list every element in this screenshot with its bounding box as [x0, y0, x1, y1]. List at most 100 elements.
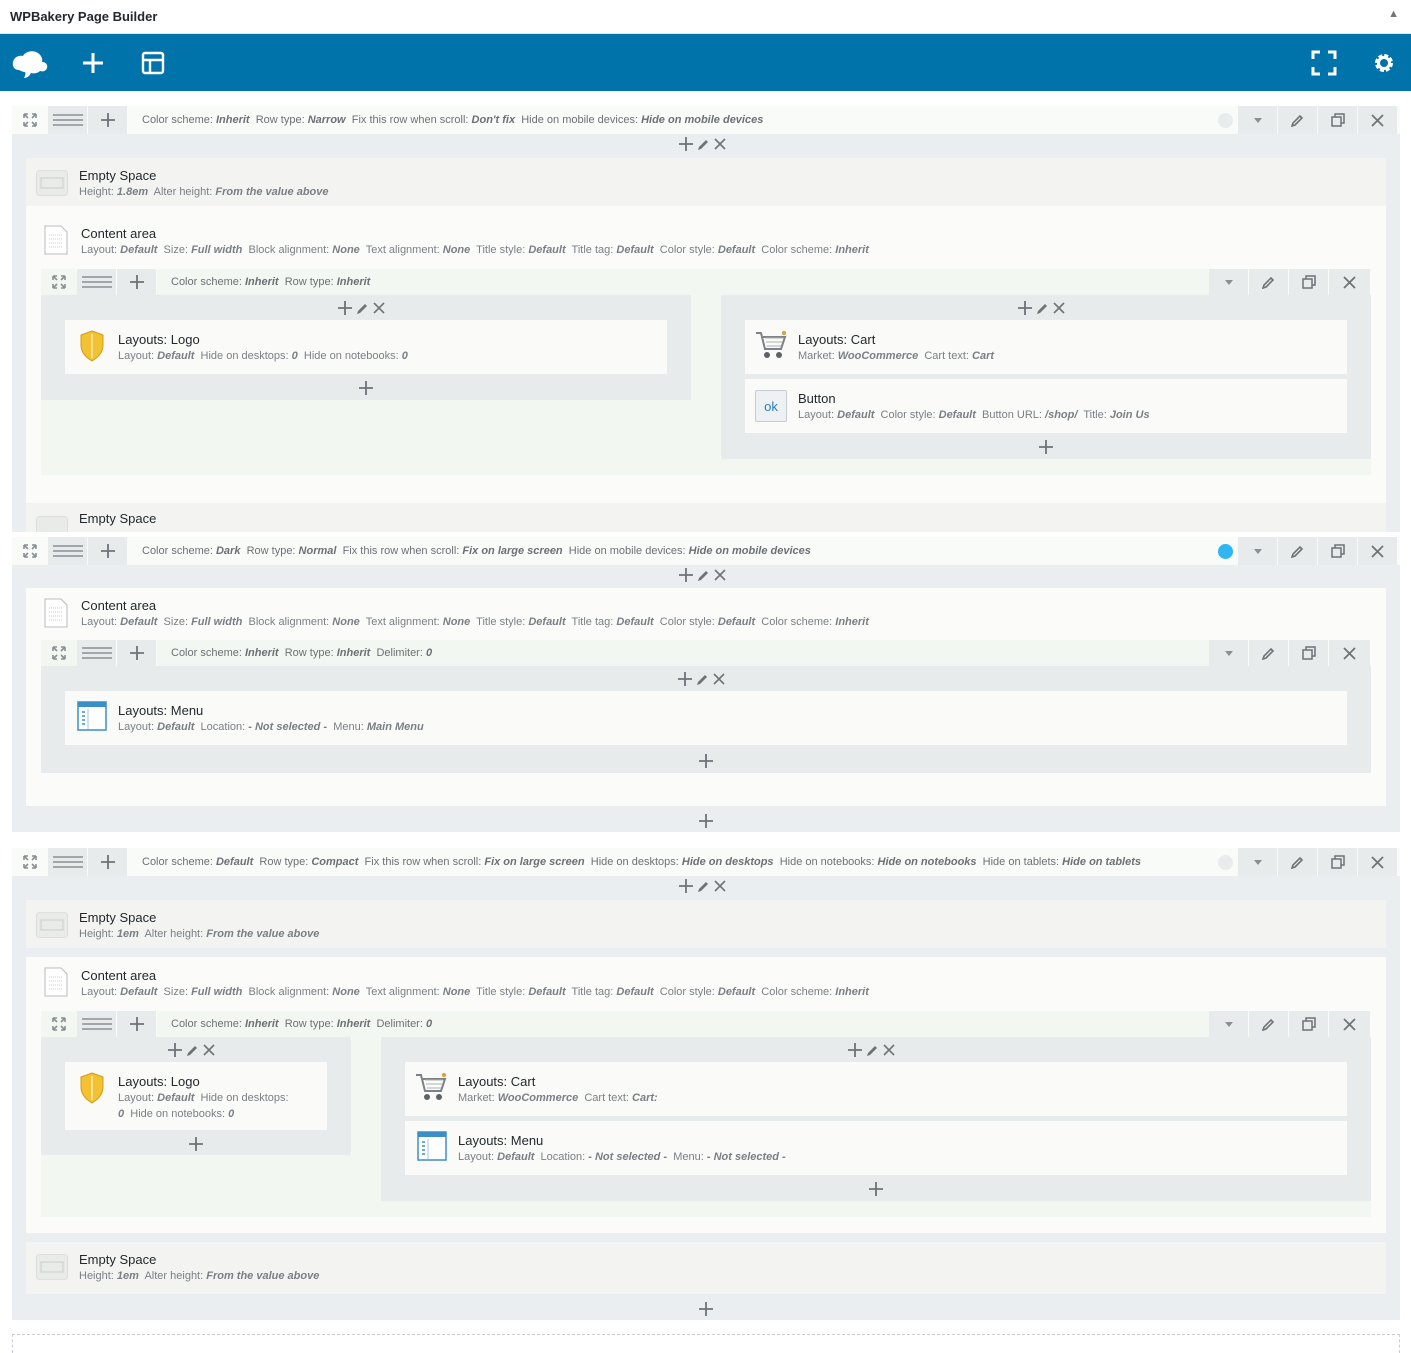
- element-cart[interactable]: Layouts: Cart Market: WooCommerce Cart t…: [745, 320, 1347, 374]
- row-clone-button[interactable]: [1318, 106, 1358, 134]
- inner-row-move-icon[interactable]: [47, 1011, 71, 1037]
- pencil-icon: [1262, 1018, 1275, 1031]
- element-title: Content area: [81, 598, 157, 613]
- collapse-toggle-icon[interactable]: ▲: [1388, 8, 1399, 20]
- element-title: Content area: [81, 226, 157, 241]
- add-element-plus-icon[interactable]: [189, 1137, 203, 1151]
- row-toggle-button[interactable]: [1238, 106, 1278, 134]
- element-cart[interactable]: Layouts: Cart Market: WooCommerce Cart t…: [405, 1062, 1347, 1116]
- row-delete-button[interactable]: [1358, 537, 1398, 565]
- row-edit-button[interactable]: [1278, 537, 1318, 565]
- column-controls[interactable]: [1018, 299, 1065, 317]
- add-element-button[interactable]: [73, 44, 113, 81]
- inner-row-layout-button[interactable]: [77, 1011, 117, 1037]
- add-element-plus-icon[interactable]: [699, 814, 713, 828]
- inner-row-toggle-button[interactable]: [1209, 269, 1249, 295]
- column-controls[interactable]: [848, 1041, 895, 1059]
- document-icon: [44, 967, 68, 997]
- row-edit-button[interactable]: [1278, 848, 1318, 876]
- inner-row-toggle-button[interactable]: [1209, 1011, 1249, 1037]
- inner-row-edit-button[interactable]: [1249, 1011, 1289, 1037]
- element-content-area[interactable]: Content area Layout: Default Size: Full …: [26, 957, 1386, 1233]
- inner-row-toggle-button[interactable]: [1209, 640, 1249, 666]
- inner-row-layout-button[interactable]: [77, 269, 117, 295]
- close-icon: [1053, 302, 1065, 314]
- row-clone-button[interactable]: [1318, 537, 1358, 565]
- row-layout-button[interactable]: [48, 848, 88, 876]
- element-menu[interactable]: Layouts: Menu Layout: Default Location: …: [405, 1121, 1347, 1175]
- caret-down-icon: [1253, 117, 1262, 123]
- pencil-icon: [1262, 276, 1275, 289]
- row-delete-button[interactable]: [1358, 106, 1398, 134]
- element-content-area[interactable]: Content area Layout: Default Size: Full …: [26, 215, 1386, 495]
- element-description: Layout: Default Color style: Default But…: [798, 409, 1150, 421]
- column-controls[interactable]: [679, 135, 726, 153]
- row-color-indicator: [1218, 113, 1233, 128]
- close-icon: [713, 673, 725, 685]
- columns-icon: [81, 647, 112, 659]
- inner-row-clone-button[interactable]: [1289, 1011, 1329, 1037]
- templates-button[interactable]: [133, 44, 173, 81]
- plus-icon: [679, 568, 693, 582]
- settings-button[interactable]: [1364, 44, 1404, 81]
- inner-row-clone-button[interactable]: [1289, 640, 1329, 666]
- cloud-logo-icon[interactable]: [10, 44, 50, 81]
- column-controls[interactable]: [168, 1041, 215, 1059]
- row-layout-button[interactable]: [48, 106, 88, 134]
- inner-row-add-button[interactable]: [117, 269, 157, 295]
- row-toggle-button[interactable]: [1238, 848, 1278, 876]
- clone-icon: [1330, 544, 1345, 558]
- inner-row-edit-button[interactable]: [1249, 269, 1289, 295]
- inner-row-layout-button[interactable]: [77, 640, 117, 666]
- inner-row-clone-button[interactable]: [1289, 269, 1329, 295]
- row-controls: Color scheme: Inherit Row type: Narrow F…: [12, 106, 1400, 134]
- row-add-button[interactable]: [88, 106, 128, 134]
- element-button[interactable]: ok Button Layout: Default Color style: D…: [745, 379, 1347, 433]
- row-delete-button[interactable]: [1358, 848, 1398, 876]
- column-controls[interactable]: [678, 670, 725, 688]
- element-title: Layouts: Logo: [118, 332, 200, 347]
- fullscreen-icon: [1311, 50, 1337, 75]
- close-icon: [1343, 1017, 1356, 1031]
- element-content-area[interactable]: Content area Layout: Default Size: Full …: [26, 588, 1386, 806]
- add-element-plus-icon[interactable]: [699, 1302, 713, 1316]
- add-element-plus-icon[interactable]: [1039, 440, 1053, 454]
- inner-row-add-button[interactable]: [117, 640, 157, 666]
- fullscreen-button[interactable]: [1304, 44, 1344, 81]
- column-controls[interactable]: [679, 566, 726, 584]
- row-add-button[interactable]: [88, 848, 128, 876]
- row-clone-button[interactable]: [1318, 848, 1358, 876]
- plus-icon: [1018, 301, 1032, 315]
- element-empty-space[interactable]: Empty Space Height: 1em Alter height: Fr…: [26, 900, 1386, 948]
- inner-row-add-button[interactable]: [117, 1011, 157, 1037]
- element-title: Layouts: Cart: [458, 1074, 536, 1089]
- inner-row-move-icon[interactable]: [47, 269, 71, 295]
- row-add-button[interactable]: [88, 537, 128, 565]
- row-edit-button[interactable]: [1278, 106, 1318, 134]
- inner-row-delete-button[interactable]: [1329, 640, 1371, 666]
- element-empty-space[interactable]: Empty Space: [26, 503, 1386, 532]
- row-move-icon[interactable]: [18, 106, 42, 134]
- column-controls[interactable]: [679, 877, 726, 895]
- element-logo[interactable]: Layouts: Logo Layout: Default Hide on de…: [65, 320, 667, 374]
- row-layout-button[interactable]: [48, 537, 88, 565]
- inner-row-edit-button[interactable]: [1249, 640, 1289, 666]
- inner-column-full: Layouts: Menu Layout: Default Location: …: [41, 666, 1371, 773]
- element-empty-space[interactable]: Empty Space Height: 1em Alter height: Fr…: [26, 1242, 1386, 1294]
- inner-row-delete-button[interactable]: [1329, 1011, 1371, 1037]
- inner-row-delete-button[interactable]: [1329, 269, 1371, 295]
- inner-column-left: Layouts: Logo Layout: Default Hide on de…: [41, 295, 691, 400]
- row-move-icon[interactable]: [18, 537, 42, 565]
- row-toggle-button[interactable]: [1238, 537, 1278, 565]
- column-controls[interactable]: [338, 299, 385, 317]
- layout-template-icon: [141, 51, 165, 74]
- element-empty-space[interactable]: Empty Space Height: 1.8em Alter height: …: [26, 158, 1386, 206]
- add-row-dropzone[interactable]: [12, 1334, 1400, 1353]
- inner-row-move-icon[interactable]: [47, 640, 71, 666]
- add-element-plus-icon[interactable]: [869, 1182, 883, 1196]
- element-logo[interactable]: Layouts: Logo Layout: Default Hide on de…: [65, 1062, 327, 1130]
- add-element-plus-icon[interactable]: [359, 381, 373, 395]
- element-menu[interactable]: Layouts: Menu Layout: Default Location: …: [65, 691, 1347, 745]
- row-move-icon[interactable]: [18, 848, 42, 876]
- add-element-plus-icon[interactable]: [699, 754, 713, 768]
